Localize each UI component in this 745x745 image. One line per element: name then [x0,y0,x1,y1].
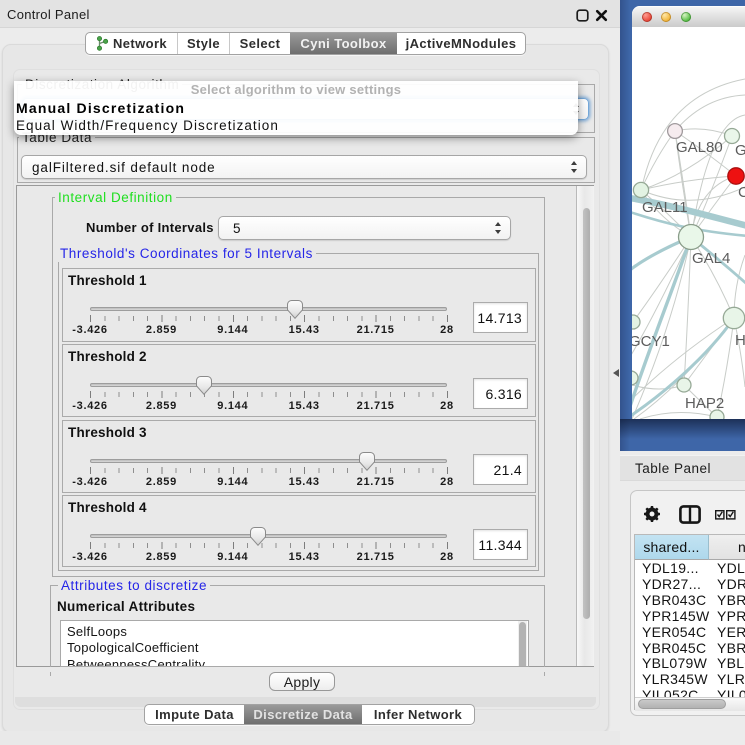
svg-text:GA: GA [735,142,745,159]
svg-text:GAL11: GAL11 [642,199,688,216]
svg-text:GAL4: GAL4 [692,250,730,267]
svg-text:HAP2: HAP2 [685,395,724,412]
svg-text:H: H [735,332,745,349]
svg-text:C: C [738,184,745,201]
svg-text:GCY1: GCY1 [632,333,670,350]
svg-text:GAL80: GAL80 [676,139,723,156]
